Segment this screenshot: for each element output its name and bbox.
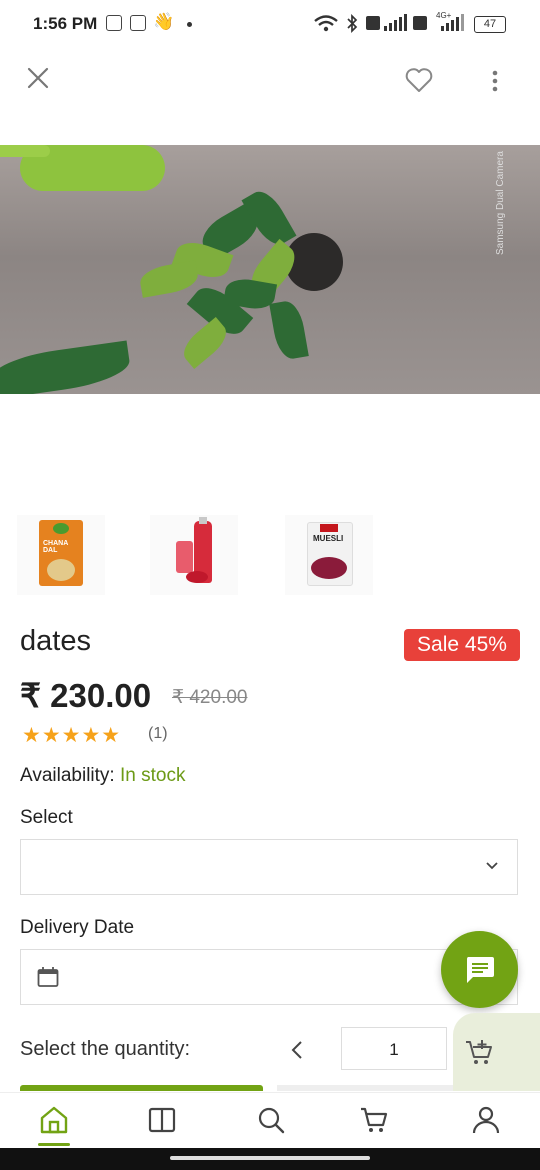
secondary-button-edge[interactable] [277,1085,453,1091]
home-icon[interactable] [39,1105,69,1135]
chat-icon [466,957,494,983]
quantity-label: Select the quantity: [20,1038,191,1060]
close-icon[interactable] [27,67,49,89]
user-icon[interactable] [471,1105,501,1135]
chat-button[interactable] [441,931,518,1008]
signal-icon [366,14,407,31]
notification-icon [106,15,122,31]
thumbnail-label: CHANA DAL [43,540,69,554]
wifi-icon [314,15,338,32]
thumbnail-juice-bottle[interactable] [150,515,238,595]
delivery-date-label: Delivery Date [20,917,135,938]
leaf [138,260,200,298]
cart-add-icon [466,1040,492,1064]
rating-count[interactable]: (1) [148,725,168,743]
original-price: ₹ 420.00 [172,687,248,708]
availability-status: In stock [119,765,186,786]
active-tab-indicator [38,1143,70,1146]
product-title: dates [20,625,91,657]
heart-icon[interactable] [405,67,433,93]
notification-icon [130,15,146,31]
status-bar: 1:56 PM 👋 4G+ 47 [0,0,540,48]
availability-label: Availability: [20,765,115,786]
watering-can-spout [0,145,50,157]
product-image[interactable]: Samsung Dual Camera [0,145,540,394]
variant-select[interactable] [20,839,518,895]
wave-icon: 👋 [153,12,175,31]
more-vertical-icon[interactable] [491,70,499,92]
select-label: Select [20,807,73,828]
book-icon[interactable] [147,1105,177,1135]
home-gesture-pill[interactable] [170,1156,370,1160]
gesture-bar [0,1148,540,1170]
rating-stars[interactable]: ★★★★★ [22,723,121,748]
sale-badge: Sale 45% [404,629,520,661]
availability: Availability: In stock [20,765,185,787]
leaf [269,298,309,362]
add-to-cart-button[interactable] [453,1013,540,1091]
quantity-input[interactable]: 1 [341,1027,447,1070]
chevron-left-icon[interactable] [291,1040,303,1060]
network-type: 4G+ [436,11,452,20]
bluetooth-icon [347,14,358,34]
calendar-icon[interactable] [37,966,59,988]
cart-icon[interactable] [359,1105,389,1135]
chevron-down-icon [486,862,498,870]
battery-indicator: 47 [474,16,506,33]
thumbnail-muesli[interactable]: MUESLI [285,515,373,595]
status-time: 1:56 PM [33,14,98,33]
buy-button-edge[interactable] [20,1085,263,1091]
thumbnail-label: MUESLI [313,534,344,543]
leaf [0,340,133,394]
camera-watermark: Samsung Dual Camera [495,151,506,255]
thumbnail-chana-dal[interactable]: CHANA DAL [17,515,105,595]
bottom-navigation [0,1092,540,1149]
notification-dot [187,22,192,27]
product-price: ₹ 230.00 [20,677,152,714]
search-icon[interactable] [256,1105,286,1135]
